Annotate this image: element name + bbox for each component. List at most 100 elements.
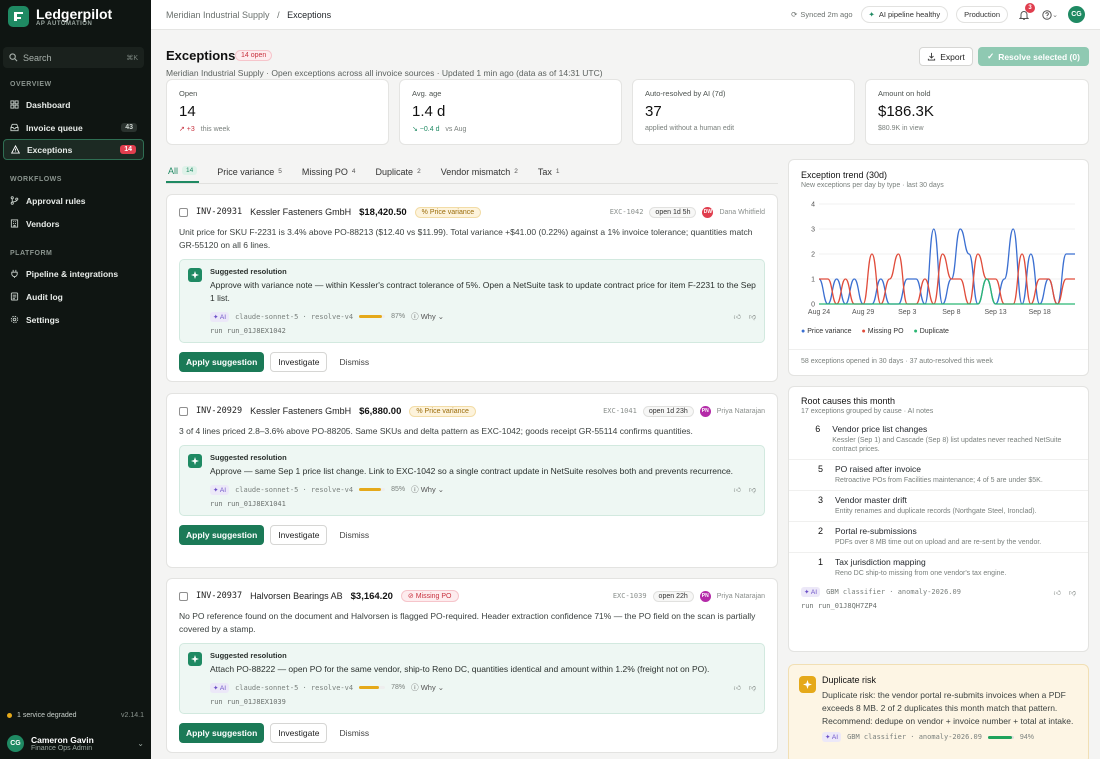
why-toggle[interactable]: ⓘ Why ⌄ bbox=[411, 682, 444, 693]
sidebar-item-approval-rules[interactable]: Approval rules bbox=[3, 190, 144, 211]
sidebar-item-settings[interactable]: Settings bbox=[3, 309, 144, 330]
tab-missing-po[interactable]: Missing PO 4 bbox=[300, 160, 358, 183]
kpi-label: Auto-resolved by AI (7d) bbox=[645, 89, 726, 98]
thumbs-down-icon[interactable]: 👎︎ bbox=[749, 683, 756, 692]
invoice-id[interactable]: INV-20929 bbox=[196, 406, 242, 416]
user-menu[interactable]: CG Cameron Gavin Finance Ops Admin ⌄ bbox=[7, 735, 144, 752]
tab-duplicate[interactable]: Duplicate 2 bbox=[374, 160, 423, 183]
dismiss-button[interactable]: Dismiss bbox=[333, 724, 375, 742]
kpi-note: this week bbox=[200, 126, 230, 133]
sidebar-item-pipeline[interactable]: Pipeline & integrations bbox=[3, 263, 144, 284]
export-label: Export bbox=[940, 51, 965, 62]
tab-vendor-mismatch[interactable]: Vendor mismatch 2 bbox=[439, 160, 520, 183]
thumbs-down-icon[interactable]: 👎︎ bbox=[1069, 588, 1076, 597]
suggestion-title: Suggested resolution bbox=[210, 453, 287, 462]
section-workflows: WORKFLOWS bbox=[10, 176, 62, 183]
avatar[interactable]: CG bbox=[1068, 6, 1085, 23]
suggested-resolution: Suggested resolution Approve with varian… bbox=[179, 259, 765, 343]
tab-count: 4 bbox=[351, 168, 356, 175]
apply-suggestion-button[interactable]: Apply suggestion bbox=[179, 723, 265, 743]
investigate-button[interactable]: Investigate bbox=[270, 723, 328, 743]
sidebar-item-label: Settings bbox=[26, 314, 60, 325]
tab-count: 2 bbox=[417, 168, 421, 175]
run-value: run_01J8EX1042 bbox=[226, 327, 286, 335]
export-button[interactable]: Export bbox=[919, 47, 973, 66]
suggested-resolution: Suggested resolution Approve — same Sep … bbox=[179, 445, 765, 516]
age-badge: open 1d 5h bbox=[649, 206, 697, 218]
run-id: run run_01J8EX1042 bbox=[210, 327, 286, 335]
invoice-amount: $6,880.00 bbox=[359, 405, 402, 417]
kpi-value: 37 bbox=[645, 103, 662, 120]
kpi-open: Open 14 ↗ +3 this week bbox=[166, 79, 389, 145]
sidebar-item-invoice-queue[interactable]: Invoice queue 43 bbox=[3, 117, 144, 138]
select-checkbox[interactable] bbox=[179, 406, 188, 416]
run-value: run_01J8EX1039 bbox=[226, 698, 286, 706]
breadcrumb: Meridian Industrial Supply / Exceptions bbox=[166, 10, 331, 20]
brand[interactable]: Ledgerpilot AP AUTOMATION bbox=[8, 6, 112, 27]
legend-label: Missing PO bbox=[867, 328, 904, 335]
why-toggle[interactable]: ⓘ Why ⌄ bbox=[411, 484, 444, 495]
sync-status: ⟳ Synced 2m ago bbox=[791, 10, 852, 19]
list-item[interactable]: 6 Vendor price list changes Kessler (Sep 1… bbox=[789, 420, 1088, 460]
sidebar-item-audit-log[interactable]: Audit log bbox=[3, 286, 144, 307]
thumbs-down-icon[interactable]: 👎︎ bbox=[749, 312, 756, 321]
vendor-name: Kessler Fasteners GmbH bbox=[250, 207, 352, 217]
assignee-name[interactable]: Priya Natarajan bbox=[717, 408, 765, 415]
thumbs-up-icon[interactable]: 👍︎ bbox=[734, 485, 741, 494]
list-item[interactable]: 1 Tax jurisdiction mapping Reno DC ship-to… bbox=[789, 553, 1088, 583]
list-item[interactable]: 3 Vendor master drift Entity renames and d… bbox=[789, 491, 1088, 522]
assignee-name[interactable]: Priya Natarajan bbox=[717, 593, 765, 600]
invoice-id[interactable]: INV-20931 bbox=[196, 207, 242, 217]
dismiss-button[interactable]: Dismiss bbox=[333, 353, 375, 371]
ai-badge: ✦ AI bbox=[801, 587, 821, 597]
x-tick-label: Sep 18 bbox=[1029, 309, 1051, 316]
ai-label: AI bbox=[831, 734, 839, 741]
user-role: Finance Ops Admin bbox=[31, 745, 93, 752]
pipeline-status-pill[interactable]: ✦ AI pipeline healthy bbox=[860, 6, 949, 23]
thumbs-down-icon[interactable]: 👎︎ bbox=[749, 485, 756, 494]
tab-tax[interactable]: Tax 1 bbox=[536, 160, 562, 183]
thumbs-up-icon[interactable]: 👍︎ bbox=[734, 683, 741, 692]
service-status[interactable]: 1 service degraded v2.14.1 bbox=[7, 712, 144, 719]
help-button[interactable]: ⌄ bbox=[1040, 7, 1060, 23]
service-status-text: 1 service degraded bbox=[17, 712, 77, 719]
apply-suggestion-button[interactable]: Apply suggestion bbox=[179, 525, 265, 545]
thumbs-up-icon[interactable]: 👍︎ bbox=[734, 312, 741, 321]
y-tick-label: 1 bbox=[811, 277, 815, 284]
assignee-avatar: PN bbox=[699, 405, 711, 417]
resolve-label: Resolve selected (0) bbox=[998, 51, 1080, 62]
resolve-selected-button[interactable]: ✓ Resolve selected (0) bbox=[978, 47, 1089, 66]
select-checkbox[interactable] bbox=[179, 207, 188, 217]
list-item[interactable]: 2 Portal re-submissions PDFs over 8 MB tim… bbox=[789, 522, 1088, 553]
cause-title: PO raised after invoice bbox=[835, 464, 921, 474]
select-checkbox[interactable] bbox=[179, 591, 188, 601]
trend-chart[interactable]: 0 1 2 3 4 Aug 24 Aug 29 Sep 3 Sep 8 Sep 13 Sep 18 bbox=[789, 196, 1088, 338]
exception-type-tag: % Price variance bbox=[409, 405, 476, 417]
thumbs-up-icon[interactable]: 👍︎ bbox=[1054, 588, 1061, 597]
list-item[interactable]: 5 PO raised after invoice Retroactive POs … bbox=[789, 460, 1088, 491]
why-toggle[interactable]: ⓘ Why ⌄ bbox=[411, 311, 444, 322]
sidebar: Ledgerpilot AP AUTOMATION Search ⌘K OVER… bbox=[0, 0, 151, 759]
investigate-button[interactable]: Investigate bbox=[270, 352, 328, 372]
help-icon bbox=[1042, 9, 1052, 20]
tab-all[interactable]: All 14 bbox=[166, 160, 200, 183]
invoice-id[interactable]: INV-20937 bbox=[196, 591, 242, 601]
sidebar-item-label: Dashboard bbox=[26, 99, 71, 110]
sidebar-item-dashboard[interactable]: Dashboard bbox=[3, 94, 144, 115]
dismiss-button[interactable]: Dismiss bbox=[333, 526, 375, 544]
ai-label: AI bbox=[810, 589, 818, 596]
investigate-button[interactable]: Investigate bbox=[270, 525, 328, 545]
assignee-name[interactable]: Dana Whitfield bbox=[719, 209, 765, 216]
sidebar-item-vendors[interactable]: Vendors bbox=[3, 213, 144, 234]
tab-label: Vendor mismatch bbox=[440, 166, 511, 177]
breadcrumb-org[interactable]: Meridian Industrial Supply bbox=[166, 10, 270, 20]
environment-pill[interactable]: Production bbox=[956, 6, 1008, 23]
notifications-button[interactable]: 3 bbox=[1016, 2, 1035, 23]
search-input[interactable]: Search ⌘K bbox=[3, 47, 144, 68]
apply-suggestion-button[interactable]: Apply suggestion bbox=[179, 352, 265, 372]
sidebar-item-exceptions[interactable]: Exceptions 14 bbox=[3, 139, 144, 160]
invoice-amount: $18,420.50 bbox=[359, 206, 407, 218]
tab-count: 5 bbox=[278, 168, 282, 175]
tab-price-variance[interactable]: Price variance 5 bbox=[215, 160, 284, 183]
pipeline-status-text: AI pipeline healthy bbox=[878, 10, 941, 19]
